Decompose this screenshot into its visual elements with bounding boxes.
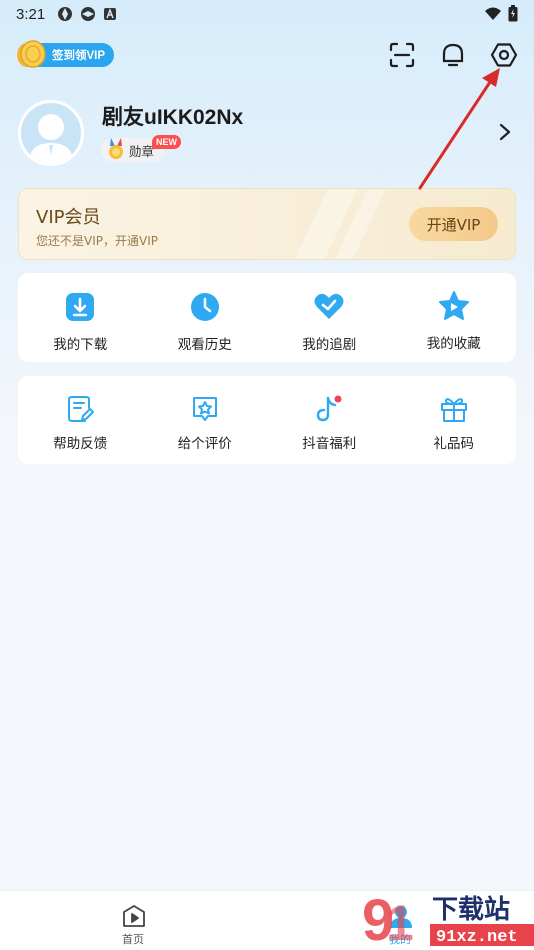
rate-icon [190, 394, 220, 428]
watermark-logo: 9 1 下载站 91xz.net [362, 888, 534, 950]
feedback-icon [65, 394, 95, 428]
menu-item-label: 我的收藏 [426, 336, 481, 352]
menu-item-label: 礼品码 [433, 436, 475, 452]
menu-item-label: 我的追剧 [302, 337, 357, 353]
nav-home[interactable]: 首页 [93, 891, 173, 950]
svg-text:1: 1 [386, 895, 414, 950]
menu-item-label: 观看历史 [177, 337, 232, 353]
coin-icon [16, 39, 48, 69]
vip-title: VIP会员 [36, 207, 101, 228]
vip-subtitle: 您还不是VIP，开通VIP [36, 234, 158, 248]
nav-home-label: 首页 [122, 933, 144, 946]
signin-vip-label: 签到领VIP [52, 50, 106, 62]
new-badge: NEW [152, 135, 181, 149]
watermark-text: 下载站 [432, 895, 510, 925]
heart-check-icon [313, 290, 345, 326]
menu-item-gift-code[interactable]: 礼品码 [392, 376, 517, 464]
medal-icon [106, 138, 126, 165]
battery-icon [508, 5, 518, 26]
translate-icon [103, 7, 117, 21]
gift-icon [439, 394, 469, 428]
clock-icon [189, 291, 221, 327]
menu-item-downloads[interactable]: 我的下载 [18, 273, 143, 362]
home-play-icon [121, 903, 147, 933]
annotation-arrow [418, 68, 500, 190]
avatar[interactable] [18, 100, 84, 166]
wifi-icon [484, 7, 502, 25]
menu-item-label: 给个评价 [177, 436, 232, 452]
menu-item-history[interactable]: 观看历史 [143, 273, 268, 362]
open-vip-button[interactable]: 开通VIP [409, 207, 498, 241]
menu-item-following[interactable]: 我的追剧 [267, 273, 392, 362]
primary-menu-card: 我的下载 观看历史 我的追剧 我的收藏 [18, 273, 516, 362]
signin-vip-button[interactable]: 签到领VIP [17, 40, 114, 68]
aperture-icon [57, 6, 73, 22]
vip-card[interactable]: VIP会员 您还不是VIP，开通VIP 开通VIP [18, 188, 516, 260]
menu-item-feedback[interactable]: 帮助反馈 [18, 376, 143, 464]
secondary-menu-card: 帮助反馈 给个评价 抖音福利 礼品码 [18, 376, 516, 464]
tiktok-icon [314, 394, 344, 428]
menu-item-favorites[interactable]: 我的收藏 [392, 273, 517, 362]
watermark-url: 91xz.net [436, 928, 518, 947]
menu-item-douyin-benefits[interactable]: 抖音福利 [267, 376, 392, 464]
menu-item-label: 帮助反馈 [53, 436, 108, 452]
aperture-icon [80, 6, 96, 22]
status-time: 3:21 [16, 5, 46, 23]
star-icon [438, 290, 470, 326]
menu-item-rate[interactable]: 给个评价 [143, 376, 268, 464]
username[interactable]: 剧友uIKK02Nx [102, 101, 243, 131]
download-icon [64, 291, 96, 327]
menu-item-label: 我的下载 [53, 337, 108, 353]
menu-item-label: 抖音福利 [302, 436, 357, 452]
status-bar: 3:21 [0, 0, 534, 28]
medal-label: 勋章 [129, 143, 155, 159]
